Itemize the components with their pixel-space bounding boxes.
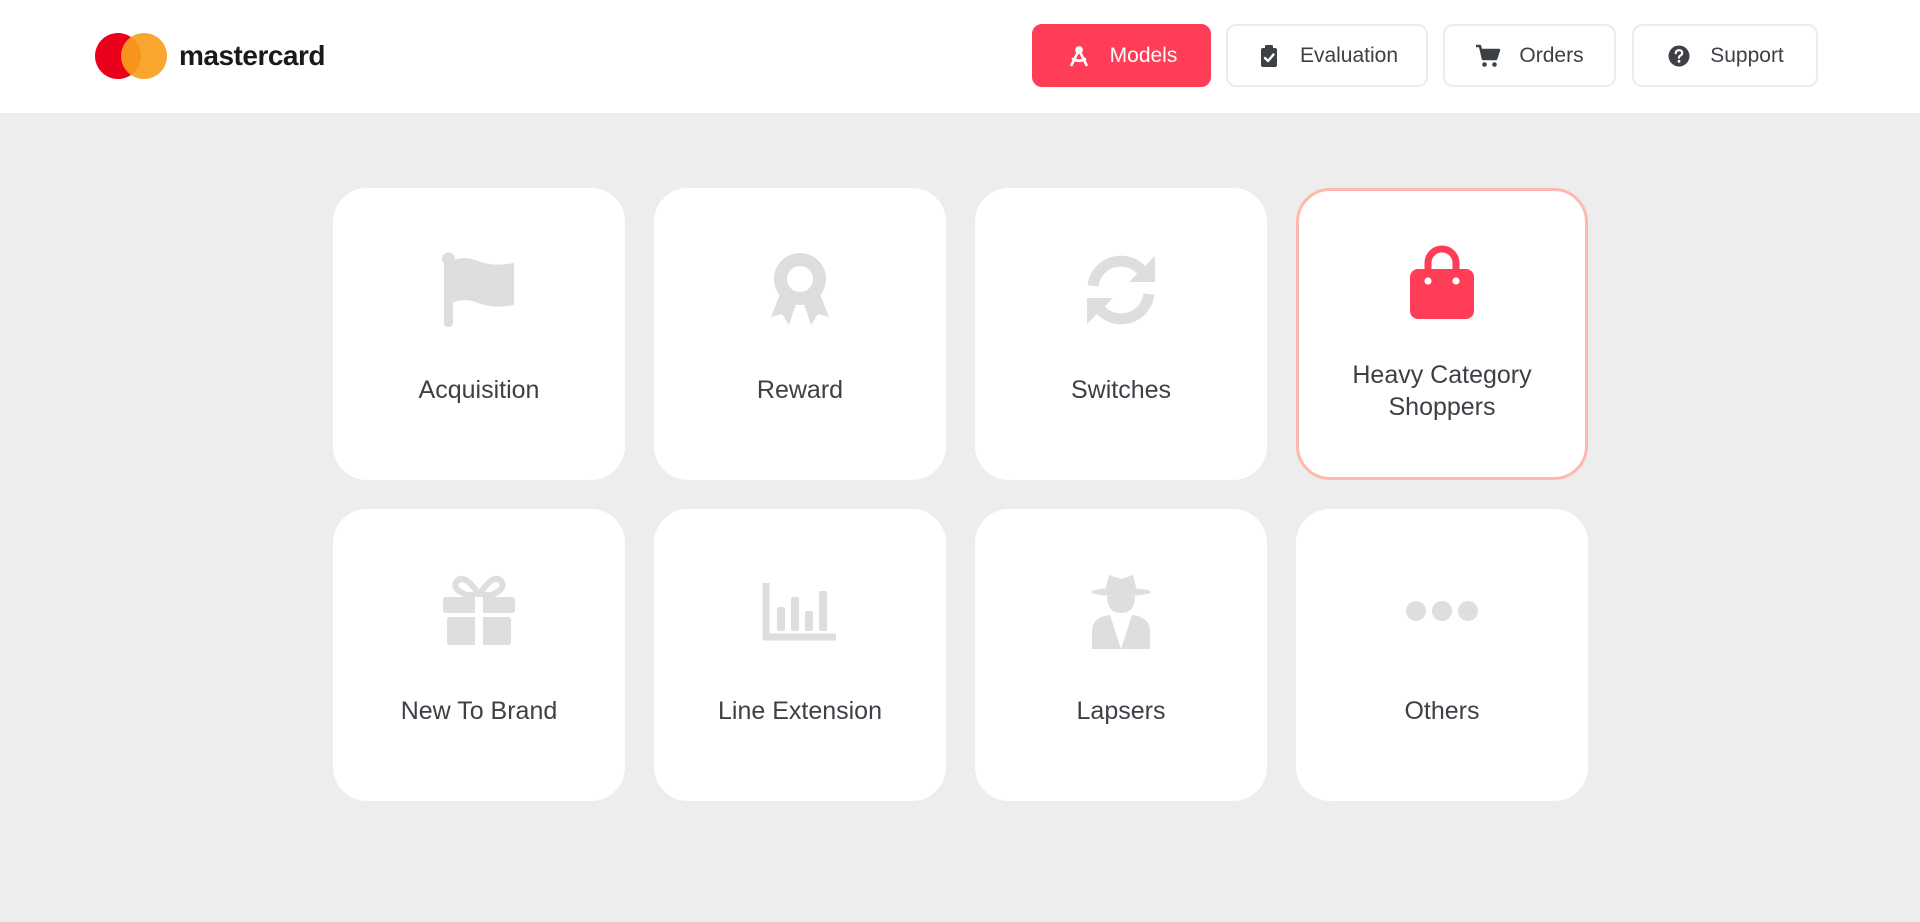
brand-name: mastercard xyxy=(179,40,325,71)
model-card-label: Line Extension xyxy=(717,697,882,725)
model-card-reward[interactable]: Reward xyxy=(654,188,946,480)
ellipsis-icon xyxy=(1298,571,1586,651)
mastercard-logo[interactable]: mastercard xyxy=(95,33,325,79)
model-card-new-to-brand[interactable]: New To Brand xyxy=(333,509,625,801)
user-secret-icon xyxy=(977,571,1265,651)
nav-evaluation-button[interactable]: Evaluation xyxy=(1226,24,1428,87)
model-card-label: Heavy Category Shoppers xyxy=(1352,361,1532,421)
nav-evaluation-label: Evaluation xyxy=(1299,43,1399,67)
model-card-label: Switches xyxy=(1070,376,1172,404)
sync-arrows-icon xyxy=(977,250,1265,330)
top-navigation-bar: mastercard Models Evaluation Orders Supp… xyxy=(0,0,1920,113)
award-ribbon-icon xyxy=(656,250,944,330)
model-card-line-extension[interactable]: Line Extension xyxy=(654,509,946,801)
clipboard-check-icon xyxy=(1256,43,1282,69)
flag-icon xyxy=(335,250,623,330)
model-card-switches[interactable]: Switches xyxy=(975,188,1267,480)
mastercard-circles-icon xyxy=(95,33,167,79)
model-card-label: Acquisition xyxy=(418,376,540,404)
nav-models-label: Models xyxy=(1109,43,1178,67)
model-card-label: Reward xyxy=(756,376,844,404)
nav-models-button[interactable]: Models xyxy=(1032,24,1211,87)
nav-support-label: Support xyxy=(1710,43,1784,67)
compass-drafting-icon xyxy=(1066,43,1092,69)
model-card-heavy-category-shoppers[interactable]: Heavy Category Shoppers xyxy=(1296,188,1588,480)
shopping-bag-icon xyxy=(1299,243,1585,323)
question-circle-icon xyxy=(1666,43,1692,69)
model-card-acquisition[interactable]: Acquisition xyxy=(333,188,625,480)
model-card-lapsers[interactable]: Lapsers xyxy=(975,509,1267,801)
model-card-label: Lapsers xyxy=(1076,697,1166,725)
model-card-label: Others xyxy=(1404,697,1480,725)
model-card-others[interactable]: Others xyxy=(1296,509,1588,801)
nav-orders-label: Orders xyxy=(1519,43,1584,67)
nav-orders-button[interactable]: Orders xyxy=(1443,24,1616,87)
shopping-cart-icon xyxy=(1475,43,1501,69)
nav-support-button[interactable]: Support xyxy=(1632,24,1818,87)
model-card-label: New To Brand xyxy=(400,697,558,725)
gift-icon xyxy=(335,571,623,651)
bar-chart-icon xyxy=(656,571,944,651)
